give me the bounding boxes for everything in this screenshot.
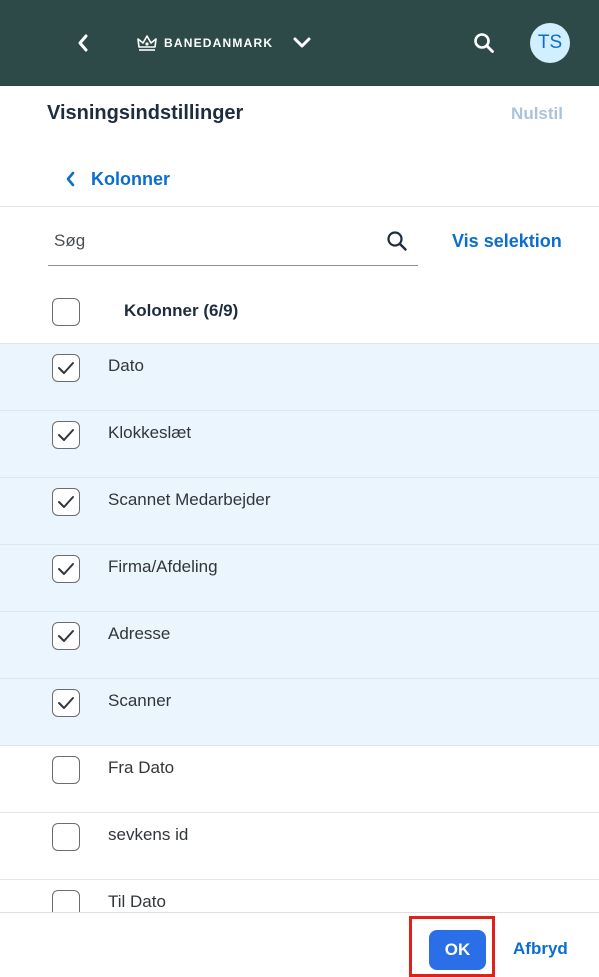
avatar[interactable]: TS — [530, 23, 570, 63]
column-label: Dato — [108, 356, 144, 375]
dialog-title: Visningsindstillinger — [47, 102, 244, 124]
column-label: Klokkeslæt — [108, 423, 192, 442]
column-checkbox[interactable] — [52, 555, 80, 583]
logo-text: BANEDANMARK — [164, 36, 274, 50]
search-field — [48, 218, 418, 266]
search-icon[interactable] — [386, 230, 408, 252]
list-item[interactable]: Scanner — [0, 679, 599, 746]
column-label: Scanner — [108, 691, 172, 710]
column-label: Fra Dato — [108, 758, 175, 777]
list-item[interactable]: Fra Dato — [0, 746, 599, 813]
dialog-header: Visningsindstillinger Nulstil — [0, 86, 599, 146]
column-checkbox[interactable] — [52, 421, 80, 449]
dialog-footer: OK Afbryd — [0, 913, 599, 977]
divider — [0, 206, 599, 207]
column-label: Adresse — [108, 624, 171, 643]
search-icon — [474, 33, 494, 53]
list-item[interactable]: Scannet Medarbejder — [0, 478, 599, 545]
checkmark-icon — [58, 429, 74, 441]
show-selection-button[interactable]: Vis selektion — [452, 231, 562, 252]
column-checkbox[interactable] — [52, 354, 80, 382]
columns-back-label: Kolonner — [91, 168, 170, 189]
columns-list-header: Kolonner (6/9) — [0, 280, 599, 344]
list-item[interactable]: Klokkeslæt — [0, 411, 599, 478]
chevron-left-icon — [78, 34, 88, 52]
cancel-button[interactable]: Afbryd — [513, 939, 568, 959]
column-label: Til Dato — [108, 892, 166, 911]
column-label: sevkens id — [108, 825, 189, 844]
chevron-down-icon — [293, 37, 311, 48]
search-input[interactable] — [48, 218, 374, 264]
ok-button[interactable]: OK — [429, 930, 486, 970]
column-checkbox[interactable] — [52, 689, 80, 717]
checkmark-icon — [58, 362, 74, 374]
list-item[interactable]: Dato — [0, 344, 599, 411]
columns-count-label: Kolonner (6/9) — [124, 301, 239, 320]
checkmark-icon — [58, 697, 74, 709]
reset-button[interactable]: Nulstil — [511, 104, 563, 124]
chevron-left-icon — [66, 171, 75, 187]
shell-bar: BANEDANMARK TS — [0, 0, 599, 86]
back-button[interactable] — [72, 30, 94, 56]
checkmark-icon — [58, 630, 74, 642]
crown-icon — [137, 35, 157, 51]
column-checkbox[interactable] — [52, 756, 80, 784]
column-label: Firma/Afdeling — [108, 557, 218, 576]
column-checkbox[interactable] — [52, 823, 80, 851]
list-item[interactable]: Firma/Afdeling — [0, 545, 599, 612]
column-label: Scannet Medarbejder — [108, 490, 271, 509]
list-item[interactable]: Adresse — [0, 612, 599, 679]
select-all-checkbox[interactable] — [52, 298, 80, 326]
shell-search-button[interactable] — [470, 29, 498, 57]
column-checkbox[interactable] — [52, 622, 80, 650]
checkmark-icon — [58, 563, 74, 575]
columns-back-link[interactable]: Kolonner — [65, 165, 170, 193]
list-item[interactable]: sevkens id — [0, 813, 599, 880]
app-menu-button[interactable] — [290, 31, 314, 55]
column-checkbox[interactable] — [52, 488, 80, 516]
company-logo[interactable]: BANEDANMARK — [136, 32, 273, 54]
checkmark-icon — [58, 496, 74, 508]
columns-list: Dato Klokkeslæt Scannet Medarbejder Firm… — [0, 344, 599, 947]
